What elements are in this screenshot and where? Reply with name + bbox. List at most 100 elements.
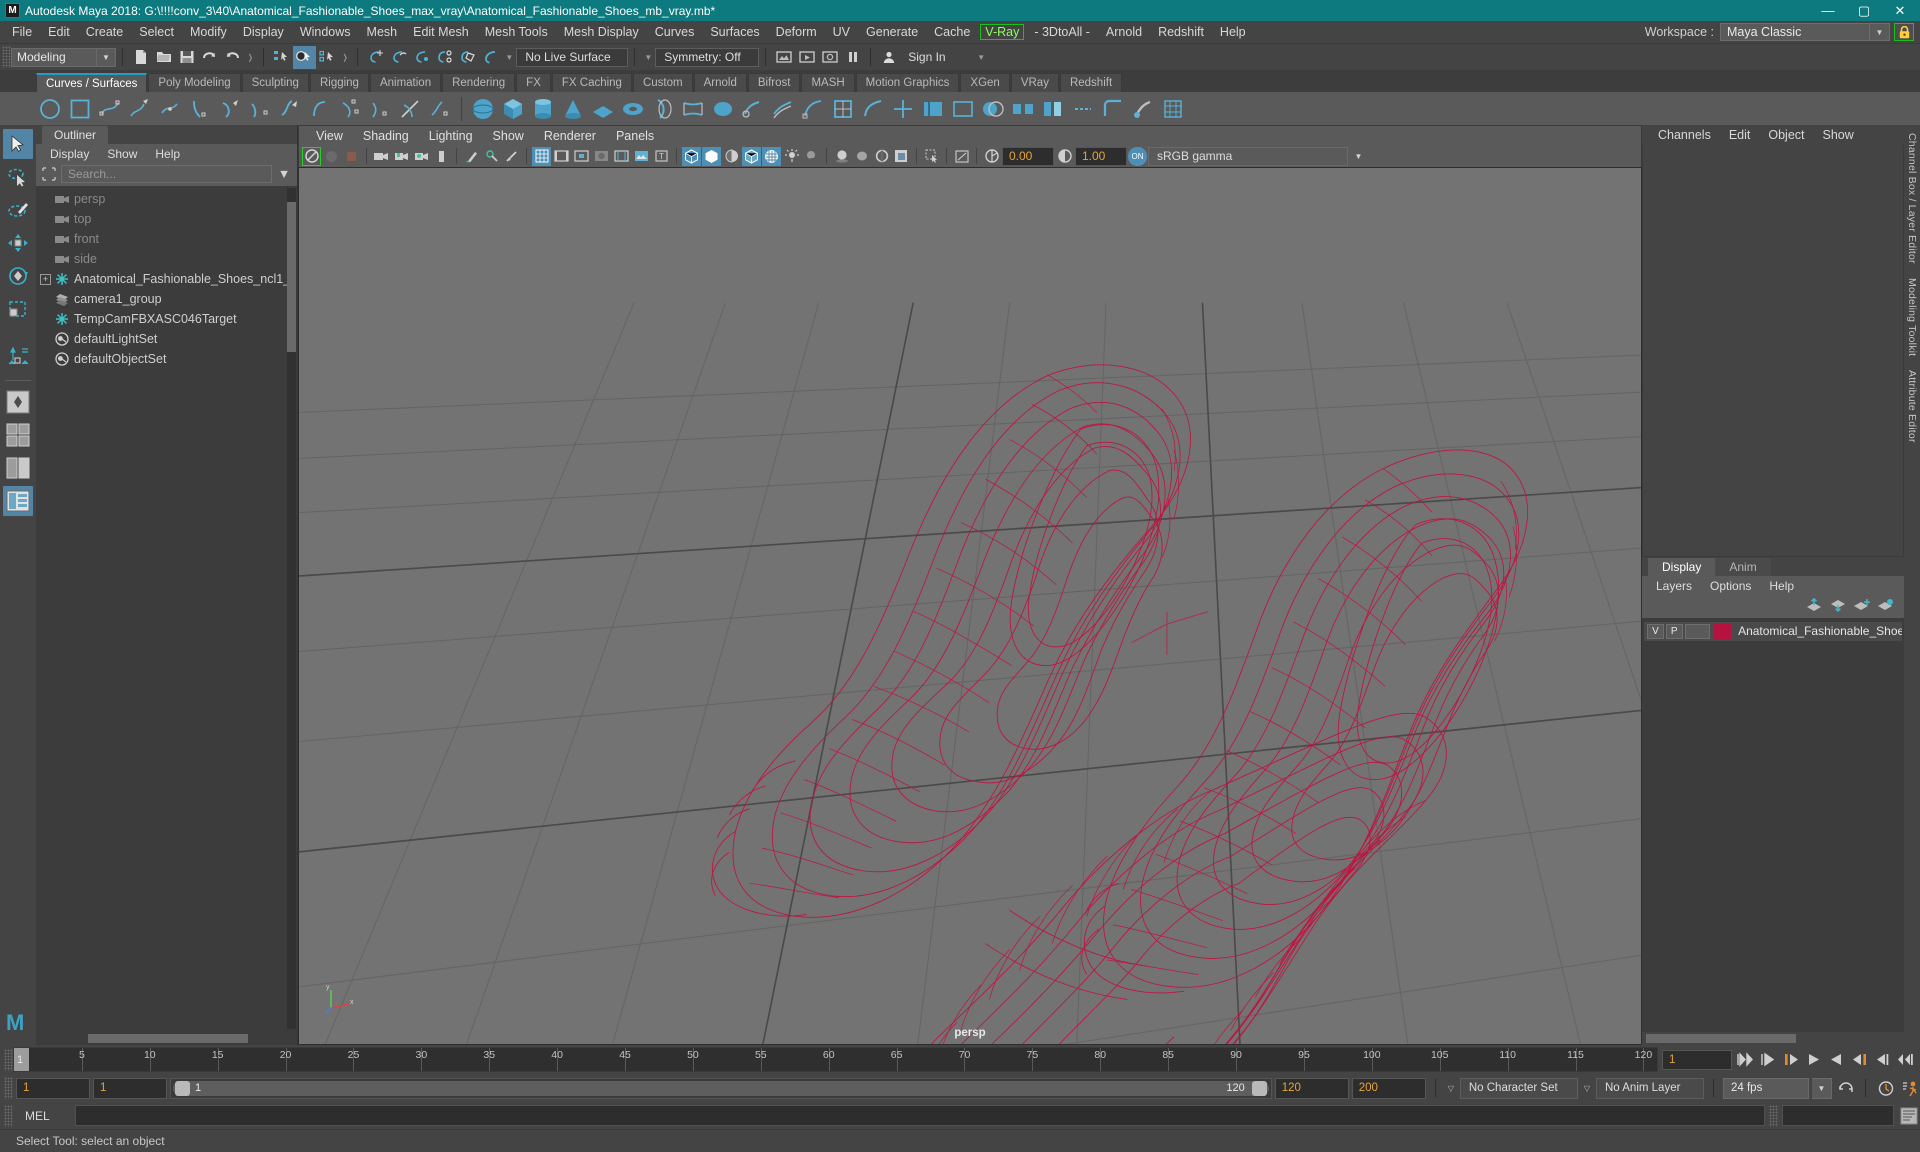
multisample-icon[interactable] <box>892 147 911 166</box>
outliner-item-persp[interactable]: persp <box>36 189 297 209</box>
text-overlay-icon[interactable]: T <box>652 147 671 166</box>
channelbox-menu-object[interactable]: Object <box>1760 127 1812 143</box>
viewport-select-icon[interactable] <box>922 147 941 166</box>
menu-3dtoall[interactable]: - 3DtoAll - <box>1026 23 1098 41</box>
outliner-menu-show[interactable]: Show <box>99 146 145 162</box>
viewport-3d-canvas[interactable]: y x persp <box>298 167 1642 1045</box>
booleans-icon[interactable] <box>979 95 1007 123</box>
range-start-field[interactable]: 1 <box>93 1077 167 1099</box>
menu-surfaces[interactable]: Surfaces <box>702 23 767 41</box>
viewport-menu-renderer[interactable]: Renderer <box>535 128 605 144</box>
nurbs-plane-icon[interactable] <box>589 95 617 123</box>
lock-camera-icon[interactable] <box>392 147 411 166</box>
project-curve-icon[interactable] <box>426 95 454 123</box>
shelf-tab-motion-graphics[interactable]: Motion Graphics <box>855 73 960 92</box>
expand-plus-icon[interactable]: + <box>40 273 51 285</box>
step-forward-frame-icon[interactable] <box>1849 1049 1870 1070</box>
range-slider-track[interactable]: 1 120 <box>170 1077 1272 1099</box>
anim-layer-chevron-down-icon[interactable]: ▽ <box>1581 1084 1593 1093</box>
paint-effects-icon[interactable] <box>462 147 481 166</box>
bezier-curve-icon[interactable] <box>156 95 184 123</box>
menu-edit-mesh[interactable]: Edit Mesh <box>405 23 477 41</box>
layer-tab-display[interactable]: Display <box>1648 557 1716 576</box>
nurbs-torus-icon[interactable] <box>619 95 647 123</box>
shelf-tab-custom[interactable]: Custom <box>632 73 693 92</box>
ambient-occlusion-icon[interactable] <box>832 147 851 166</box>
stitch-icon[interactable] <box>1069 95 1097 123</box>
shelf-tab-rigging[interactable]: Rigging <box>309 73 369 92</box>
pause-render-icon[interactable] <box>841 46 864 69</box>
select-tool-button[interactable] <box>3 129 33 159</box>
outliner-tab[interactable]: Outliner <box>42 126 109 144</box>
symmetry-field[interactable]: Symmetry: Off <box>655 47 760 67</box>
nurbs-sphere-icon[interactable] <box>469 95 497 123</box>
snap-options-chevron-down-icon[interactable]: ▼ <box>502 53 516 62</box>
animation-end-field[interactable]: 200 <box>1351 1077 1426 1099</box>
play-backwards-icon[interactable] <box>1803 1049 1824 1070</box>
menu-vray[interactable]: V-Ray <box>980 24 1025 40</box>
extrude-icon[interactable] <box>739 95 767 123</box>
image-plane-icon[interactable] <box>372 147 391 166</box>
isolate-select-icon[interactable] <box>482 147 501 166</box>
move-tool-button[interactable] <box>3 228 33 258</box>
nurbs-cylinder-icon[interactable] <box>529 95 557 123</box>
current-time-indicator[interactable]: 1 <box>14 1048 29 1071</box>
detach-curve-icon[interactable] <box>306 95 334 123</box>
outliner-item-front[interactable]: front <box>36 229 297 249</box>
wireframe-on-shaded-icon[interactable] <box>742 146 761 166</box>
view-transform-chevron-down-icon[interactable]: ▼ <box>1349 147 1368 166</box>
menuset-chevron-down-icon[interactable]: ▼ <box>97 47 116 67</box>
step-back-key-icon[interactable] <box>1757 1049 1778 1070</box>
outliner-item-top[interactable]: top <box>36 209 297 229</box>
gate-mask-icon[interactable] <box>592 147 611 166</box>
range-start-handle[interactable] <box>175 1080 190 1096</box>
range-slider-bar[interactable] <box>173 1080 1269 1096</box>
loop-icon[interactable] <box>1835 1078 1856 1099</box>
sign-in-person-icon[interactable] <box>877 46 900 69</box>
workspace-lock-icon[interactable] <box>1894 23 1914 41</box>
shelf-tab-animation[interactable]: Animation <box>369 73 442 92</box>
menu-select[interactable]: Select <box>131 23 182 41</box>
menu-mesh[interactable]: Mesh <box>359 23 406 41</box>
menu-windows[interactable]: Windows <box>292 23 359 41</box>
snap-curve-icon[interactable] <box>387 46 410 69</box>
shelf-tab-poly-modeling[interactable]: Poly Modeling <box>148 73 241 92</box>
character-set-chevron-down-icon[interactable]: ▽ <box>1445 1084 1457 1093</box>
menu-mesh-display[interactable]: Mesh Display <box>556 23 647 41</box>
playback-speed-chevron-down-icon[interactable]: ▼ <box>1812 1077 1832 1099</box>
outliner-hscroll-thumb[interactable] <box>88 1033 248 1043</box>
cmdline-split-grip[interactable] <box>1769 1104 1778 1127</box>
snap-projected-center-icon[interactable] <box>433 46 456 69</box>
use-all-lights-icon[interactable] <box>782 147 801 166</box>
open-scene-icon[interactable] <box>152 46 175 69</box>
workspace-select[interactable]: Maya Classic <box>1720 23 1870 41</box>
vtab-channel-box-layer-editor[interactable]: Channel Box / Layer Editor <box>1906 133 1918 264</box>
nurbs-cube-icon[interactable] <box>499 95 527 123</box>
move-layer-down-icon[interactable] <box>1830 598 1846 615</box>
film-gate-icon[interactable] <box>552 147 571 166</box>
trim-tool-icon[interactable] <box>919 95 947 123</box>
step-back-frame-icon[interactable] <box>1780 1049 1801 1070</box>
menu-help[interactable]: Help <box>1212 23 1254 41</box>
boundary-icon[interactable] <box>799 95 827 123</box>
cmdline-grip[interactable] <box>4 1104 13 1127</box>
scale-tool-button[interactable] <box>3 294 33 324</box>
go-to-start-icon[interactable] <box>1734 1049 1755 1070</box>
select-camera-icon[interactable] <box>302 146 321 166</box>
layer-menu-layers[interactable]: Layers <box>1648 578 1700 594</box>
view-transform-select[interactable]: sRGB gamma <box>1148 146 1348 166</box>
outliner-horizontal-scrollbar[interactable] <box>36 1031 297 1045</box>
new-layer-from-selected-icon[interactable] <box>1878 598 1894 615</box>
layer-playback-toggle[interactable]: P <box>1665 623 1683 639</box>
menu-file[interactable]: File <box>4 23 40 41</box>
outliner-item-tempcam-target[interactable]: TempCamFBXASC046Target <box>36 309 297 329</box>
menu-arnold[interactable]: Arnold <box>1098 23 1150 41</box>
time-slider-track[interactable]: 1 5 10 15 20 25 30 35 40 45 50 55 60 65 70 75 80 85 90 95 1… <box>13 1047 1658 1072</box>
intersect-surfaces-icon[interactable] <box>889 95 917 123</box>
shelf-tab-curves-surfaces[interactable]: Curves / Surfaces <box>36 73 148 92</box>
shelf-tab-vray[interactable]: VRay <box>1010 73 1059 92</box>
shelf-tab-bifrost[interactable]: Bifrost <box>747 73 801 92</box>
layer-hscroll-thumb[interactable] <box>1646 1034 1796 1043</box>
bevel-icon[interactable] <box>859 95 887 123</box>
layer-state-toggle[interactable] <box>1684 623 1711 639</box>
